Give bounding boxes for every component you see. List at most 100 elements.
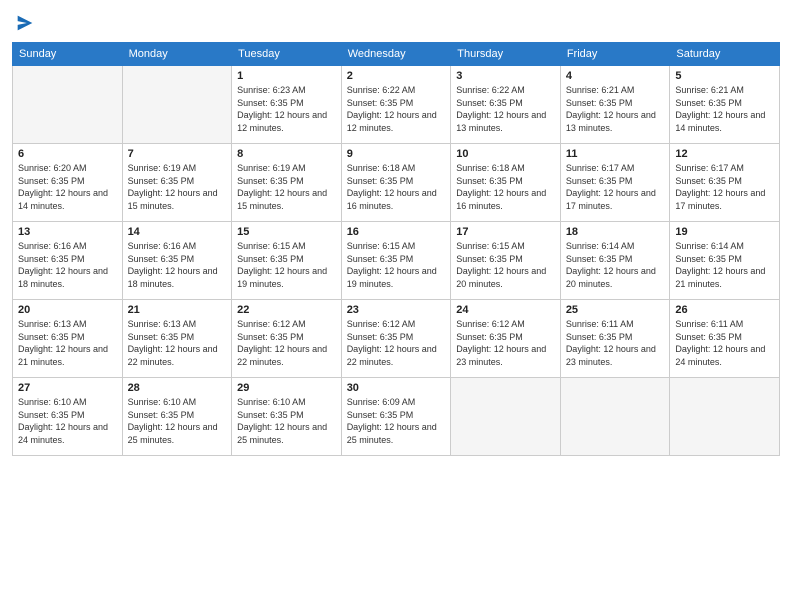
calendar-cell: 5Sunrise: 6:21 AMSunset: 6:35 PMDaylight…: [670, 66, 780, 144]
calendar-cell: 19Sunrise: 6:14 AMSunset: 6:35 PMDayligh…: [670, 222, 780, 300]
calendar-cell: 4Sunrise: 6:21 AMSunset: 6:35 PMDaylight…: [560, 66, 670, 144]
day-number: 24: [456, 304, 555, 316]
calendar-cell: 3 Sunrise: 6:22 AMSunset: 6:35 PMDaylight…: [451, 66, 561, 144]
day-number: 23: [347, 304, 446, 316]
calendar-cell: 7 Sunrise: 6:19 AMSunset: 6:35 PMDaylight…: [122, 144, 232, 222]
day-number: 19: [675, 226, 774, 238]
day-info: Sunrise: 6:21 AMSunset: 6:35 PMDaylight:…: [675, 84, 774, 134]
day-info: Sunrise: 6:22 AMSunset: 6:35 PMDaylight:…: [456, 84, 555, 134]
calendar-cell: 12 Sunrise: 6:17 AMSunset: 6:35 PMDayligh…: [670, 144, 780, 222]
day-info: Sunrise: 6:23 AMSunset: 6:35 PMDaylight:…: [237, 84, 336, 134]
day-number: 22: [237, 304, 336, 316]
calendar-cell: 6Sunrise: 6:20 AMSunset: 6:35 PMDaylight…: [13, 144, 123, 222]
day-info: Sunrise: 6:19 AMSunset: 6:35 PMDaylight:…: [237, 162, 336, 212]
calendar-week-2: 6Sunrise: 6:20 AMSunset: 6:35 PMDaylight…: [13, 144, 780, 222]
calendar-cell: 20Sunrise: 6:13 AMSunset: 6:35 PMDayligh…: [13, 300, 123, 378]
day-info: Sunrise: 6:11 AMSunset: 6:35 PMDaylight:…: [566, 318, 665, 368]
day-number: 11: [566, 148, 665, 160]
day-number: 26: [675, 304, 774, 316]
day-info: Sunrise: 6:14 AMSunset: 6:35 PMDaylight:…: [566, 240, 665, 290]
calendar-cell: 8 Sunrise: 6:19 AMSunset: 6:35 PMDaylight…: [232, 144, 342, 222]
calendar-cell: [122, 66, 232, 144]
calendar-week-1: 1Sunrise: 6:23 AMSunset: 6:35 PMDaylight…: [13, 66, 780, 144]
weekday-header-wednesday: Wednesday: [341, 43, 451, 66]
day-number: 21: [128, 304, 227, 316]
day-info: Sunrise: 6:22 AMSunset: 6:35 PMDaylight:…: [347, 84, 446, 134]
calendar-cell: 10Sunrise: 6:18 AMSunset: 6:35 PMDayligh…: [451, 144, 561, 222]
calendar-cell: 11 Sunrise: 6:17 AMSunset: 6:35 PMDayligh…: [560, 144, 670, 222]
day-info: Sunrise: 6:15 AMSunset: 6:35 PMDaylight:…: [347, 240, 446, 290]
day-info: Sunrise: 6:13 AMSunset: 6:35 PMDaylight:…: [128, 318, 227, 368]
day-number: 28: [128, 382, 227, 394]
day-number: 18: [566, 226, 665, 238]
weekday-header-saturday: Saturday: [670, 43, 780, 66]
day-number: 13: [18, 226, 117, 238]
calendar-cell: [670, 378, 780, 456]
day-number: 7: [128, 148, 227, 160]
calendar-cell: 14 Sunrise: 6:16 AMSunset: 6:35 PMDayligh…: [122, 222, 232, 300]
calendar-week-5: 27 Sunrise: 6:10 AMSunset: 6:35 PMDayligh…: [13, 378, 780, 456]
day-info: Sunrise: 6:18 AMSunset: 6:35 PMDaylight:…: [456, 162, 555, 212]
day-info: Sunrise: 6:18 AMSunset: 6:35 PMDaylight:…: [347, 162, 446, 212]
day-info: Sunrise: 6:17 AMSunset: 6:35 PMDaylight:…: [566, 162, 665, 212]
calendar-week-4: 20 Sunrise: 6:13 AMSunset: 6:35 PMDayligh…: [13, 300, 780, 378]
calendar-cell: 2 Sunrise: 6:22 AMSunset: 6:35 PMDaylight…: [341, 66, 451, 144]
calendar-table: SundayMondayTuesdayWednesdayThursdayFrid…: [12, 42, 780, 456]
logo-icon: [14, 12, 36, 34]
day-info: Sunrise: 6:16 AMSunset: 6:35 PMDaylight:…: [128, 240, 227, 290]
day-number: 17: [456, 226, 555, 238]
day-number: 15: [237, 226, 336, 238]
logo: [12, 10, 36, 34]
day-info: Sunrise: 6:11 AMSunset: 6:35 PMDaylight:…: [675, 318, 774, 368]
day-info: Sunrise: 6:16 AMSunset: 6:35 PMDaylight:…: [18, 240, 117, 290]
day-info: Sunrise: 6:17 AMSunset: 6:35 PMDaylight:…: [675, 162, 774, 212]
weekday-header-thursday: Thursday: [451, 43, 561, 66]
calendar-cell: 29 Sunrise: 6:10 AMSunset: 6:35 PMDayligh…: [232, 378, 342, 456]
calendar-cell: 15 Sunrise: 6:15 AMSunset: 6:35 PMDayligh…: [232, 222, 342, 300]
calendar-cell: 30Sunrise: 6:09 AMSunset: 6:35 PMDayligh…: [341, 378, 451, 456]
day-info: Sunrise: 6:12 AMSunset: 6:35 PMDaylight:…: [456, 318, 555, 368]
day-info: Sunrise: 6:12 AMSunset: 6:35 PMDaylight:…: [237, 318, 336, 368]
page: SundayMondayTuesdayWednesdayThursdayFrid…: [0, 0, 792, 612]
calendar-week-3: 13 Sunrise: 6:16 AMSunset: 6:35 PMDayligh…: [13, 222, 780, 300]
weekday-header-monday: Monday: [122, 43, 232, 66]
day-number: 25: [566, 304, 665, 316]
calendar-cell: 13 Sunrise: 6:16 AMSunset: 6:35 PMDayligh…: [13, 222, 123, 300]
day-number: 9: [347, 148, 446, 160]
calendar-cell: 9 Sunrise: 6:18 AMSunset: 6:35 PMDaylight…: [341, 144, 451, 222]
day-number: 29: [237, 382, 336, 394]
day-number: 3: [456, 70, 555, 82]
day-number: 8: [237, 148, 336, 160]
calendar-cell: 18 Sunrise: 6:14 AMSunset: 6:35 PMDayligh…: [560, 222, 670, 300]
weekday-header-row: SundayMondayTuesdayWednesdayThursdayFrid…: [13, 43, 780, 66]
day-number: 2: [347, 70, 446, 82]
calendar-cell: 26 Sunrise: 6:11 AMSunset: 6:35 PMDayligh…: [670, 300, 780, 378]
calendar-cell: 28Sunrise: 6:10 AMSunset: 6:35 PMDayligh…: [122, 378, 232, 456]
day-number: 27: [18, 382, 117, 394]
day-info: Sunrise: 6:20 AMSunset: 6:35 PMDaylight:…: [18, 162, 117, 212]
day-number: 4: [566, 70, 665, 82]
calendar-cell: 17 Sunrise: 6:15 AMSunset: 6:35 PMDayligh…: [451, 222, 561, 300]
day-number: 12: [675, 148, 774, 160]
calendar-cell: 1Sunrise: 6:23 AMSunset: 6:35 PMDaylight…: [232, 66, 342, 144]
day-info: Sunrise: 6:09 AMSunset: 6:35 PMDaylight:…: [347, 396, 446, 446]
day-number: 16: [347, 226, 446, 238]
calendar-cell: 27 Sunrise: 6:10 AMSunset: 6:35 PMDayligh…: [13, 378, 123, 456]
day-info: Sunrise: 6:15 AMSunset: 6:35 PMDaylight:…: [456, 240, 555, 290]
calendar-cell: 22 Sunrise: 6:12 AMSunset: 6:35 PMDayligh…: [232, 300, 342, 378]
day-number: 14: [128, 226, 227, 238]
weekday-header-friday: Friday: [560, 43, 670, 66]
calendar-cell: [560, 378, 670, 456]
weekday-header-tuesday: Tuesday: [232, 43, 342, 66]
day-info: Sunrise: 6:10 AMSunset: 6:35 PMDaylight:…: [18, 396, 117, 446]
calendar-cell: 24 Sunrise: 6:12 AMSunset: 6:35 PMDayligh…: [451, 300, 561, 378]
day-info: Sunrise: 6:10 AMSunset: 6:35 PMDaylight:…: [237, 396, 336, 446]
day-number: 20: [18, 304, 117, 316]
calendar-cell: [451, 378, 561, 456]
calendar-cell: 25 Sunrise: 6:11 AMSunset: 6:35 PMDayligh…: [560, 300, 670, 378]
day-info: Sunrise: 6:15 AMSunset: 6:35 PMDaylight:…: [237, 240, 336, 290]
weekday-header-sunday: Sunday: [13, 43, 123, 66]
day-info: Sunrise: 6:12 AMSunset: 6:35 PMDaylight:…: [347, 318, 446, 368]
header: [12, 10, 780, 34]
day-info: Sunrise: 6:19 AMSunset: 6:35 PMDaylight:…: [128, 162, 227, 212]
